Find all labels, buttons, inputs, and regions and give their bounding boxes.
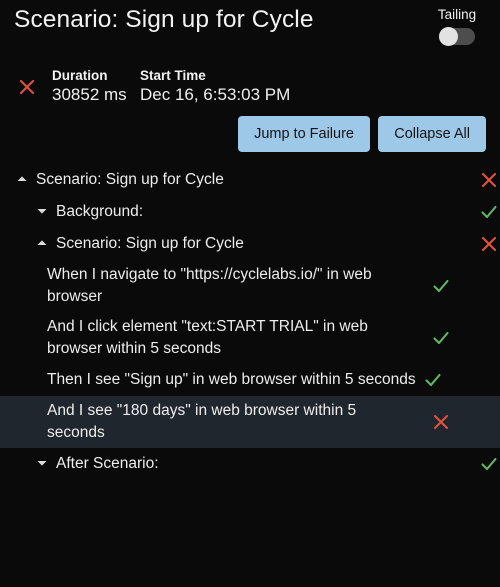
chevron-down-icon[interactable] [36, 457, 50, 471]
duration-value: 30852 ms [52, 85, 127, 104]
node-label: Scenario: Sign up for Cycle [36, 171, 224, 188]
status-pass-icon [430, 275, 452, 297]
header: Scenario: Sign up for Cycle Tailing [0, 0, 500, 62]
tree-step-row[interactable]: When I navigate to "https://cyclelabs.io… [0, 260, 500, 312]
tree-node-row[interactable]: Scenario: Sign up for Cycle [0, 164, 500, 196]
status-pass-icon [478, 201, 500, 223]
tree-step-row[interactable]: And I see "180 days" in web browser with… [0, 396, 500, 448]
page-title: Scenario: Sign up for Cycle [14, 6, 314, 33]
step-label: When I navigate to "https://cyclelabs.io… [47, 266, 372, 305]
step-label: Then I see "Sign up" in web browser with… [47, 371, 416, 388]
step-label: And I click element "text:START TRIAL" i… [47, 318, 368, 357]
tree-node-row[interactable]: Background: [0, 196, 500, 228]
x-icon [18, 78, 36, 96]
tree-node-row[interactable]: After Scenario: [0, 448, 500, 480]
tree-step-row[interactable]: Then I see "Sign up" in web browser with… [0, 364, 500, 396]
run-meta: Duration Start Time 30852 ms Dec 16, 6:5… [52, 68, 290, 105]
chevron-up-icon[interactable] [16, 173, 30, 187]
run-summary: Duration Start Time 30852 ms Dec 16, 6:5… [0, 62, 500, 116]
tree-step-row[interactable]: And I click element "text:START TRIAL" i… [0, 312, 500, 364]
duration-label: Duration [52, 68, 108, 83]
start-time-label: Start Time [140, 68, 206, 83]
status-pass-icon [478, 453, 500, 475]
tailing-control[interactable]: Tailing [424, 7, 490, 46]
results-tree: Scenario: Sign up for Cycle Background: Sc… [0, 164, 500, 480]
tailing-toggle[interactable] [439, 27, 475, 46]
jump-to-failure-button[interactable]: Jump to Failure [238, 116, 370, 152]
node-label: Background: [56, 203, 144, 220]
tree-node-row[interactable]: Scenario: Sign up for Cycle [0, 228, 500, 260]
status-fail-icon [478, 233, 500, 255]
tailing-toggle-knob [439, 27, 458, 46]
chevron-up-icon[interactable] [36, 237, 50, 251]
collapse-all-button[interactable]: Collapse All [378, 116, 486, 152]
status-pass-icon [430, 327, 452, 349]
node-label: Scenario: Sign up for Cycle [56, 235, 244, 252]
step-label: And I see "180 days" in web browser with… [47, 402, 357, 441]
node-label: After Scenario: [56, 455, 159, 472]
toolbar: Jump to Failure Collapse All [0, 116, 500, 162]
scenario-results-panel: Scenario: Sign up for Cycle Tailing Dura… [0, 0, 500, 587]
status-pass-icon [422, 369, 444, 391]
tailing-label: Tailing [437, 7, 477, 22]
status-fail-icon [478, 169, 500, 191]
status-fail-icon [430, 411, 452, 433]
start-time-value: Dec 16, 6:53:03 PM [140, 85, 291, 104]
chevron-down-icon[interactable] [36, 205, 50, 219]
